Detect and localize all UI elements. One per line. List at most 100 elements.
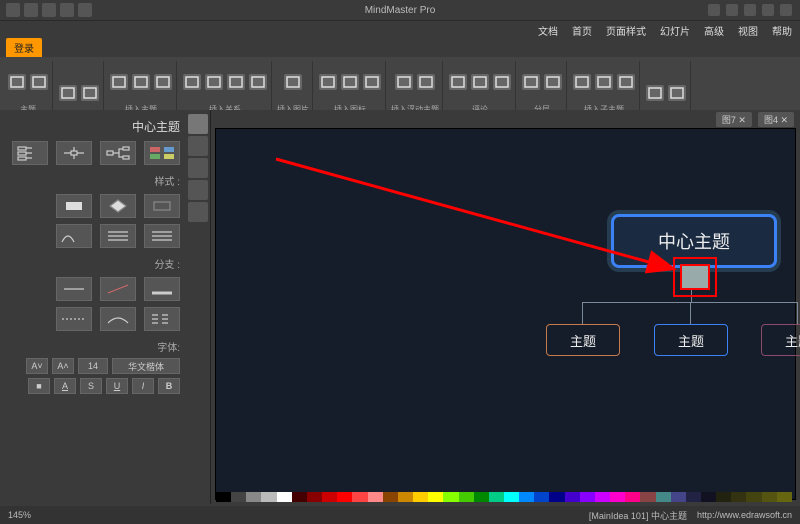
menu-item[interactable]: 帮助 [772, 23, 792, 38]
qat-item[interactable] [42, 3, 56, 17]
branch-thumb[interactable] [100, 307, 136, 331]
palette-swatch[interactable] [246, 492, 261, 502]
palette-swatch[interactable] [519, 492, 534, 502]
style-thumb[interactable] [144, 194, 180, 218]
style-thumb[interactable] [56, 224, 92, 248]
palette-swatch[interactable] [701, 492, 716, 502]
palette-swatch[interactable] [261, 492, 276, 502]
palette-swatch[interactable] [307, 492, 322, 502]
ribbon-button[interactable] [543, 74, 563, 102]
palette-swatch[interactable] [762, 492, 777, 502]
qat-item[interactable] [6, 3, 20, 17]
sub-node[interactable]: 主题 [546, 324, 620, 356]
side-tab-style-icon[interactable] [188, 114, 208, 134]
canvas[interactable]: 中心主题 主题 主题 主题 [215, 128, 796, 500]
ribbon-button[interactable] [109, 74, 129, 102]
side-tab-icon[interactable] [188, 202, 208, 222]
ribbon-button[interactable] [416, 74, 436, 102]
menu-item[interactable]: 视图 [738, 23, 758, 38]
palette-swatch[interactable] [277, 492, 292, 502]
ribbon-button[interactable] [80, 85, 100, 113]
palette-swatch[interactable] [216, 492, 231, 502]
status-zoom[interactable]: 145% [8, 510, 31, 520]
palette-swatch[interactable] [640, 492, 655, 502]
ribbon-button[interactable] [362, 74, 382, 102]
ribbon-button[interactable] [204, 74, 224, 102]
palette-swatch[interactable] [428, 492, 443, 502]
ribbon-button[interactable] [616, 74, 636, 102]
font-highlight-button[interactable]: A [54, 378, 76, 394]
ribbon-button[interactable] [340, 74, 360, 102]
font-name-field[interactable]: 华文楷体 [112, 358, 180, 374]
qat-item[interactable] [78, 3, 92, 17]
root-node[interactable]: 中心主题 [611, 214, 777, 268]
ribbon-button[interactable] [492, 74, 512, 102]
bold-button[interactable]: B [158, 378, 180, 394]
palette-swatch[interactable] [383, 492, 398, 502]
ribbon-button[interactable] [153, 74, 173, 102]
side-tab-icon[interactable] [188, 180, 208, 200]
branch-thumb[interactable] [144, 307, 180, 331]
palette-swatch[interactable] [595, 492, 610, 502]
palette-swatch[interactable] [443, 492, 458, 502]
palette-swatch[interactable] [413, 492, 428, 502]
palette-swatch[interactable] [368, 492, 383, 502]
side-tab-icon[interactable] [188, 158, 208, 178]
ribbon-button[interactable] [394, 74, 414, 102]
palette-swatch[interactable] [746, 492, 761, 502]
palette-swatch[interactable] [231, 492, 246, 502]
menu-item[interactable]: 幻灯片 [660, 23, 690, 38]
qat-item[interactable] [60, 3, 74, 17]
ribbon-button[interactable] [470, 74, 490, 102]
sys-button[interactable] [708, 4, 720, 16]
palette-swatch[interactable] [352, 492, 367, 502]
palette-swatch[interactable] [731, 492, 746, 502]
branch-thumb[interactable] [56, 307, 92, 331]
style-thumb[interactable] [100, 224, 136, 248]
palette-swatch[interactable] [580, 492, 595, 502]
palette-swatch[interactable] [337, 492, 352, 502]
side-tab-icon[interactable] [188, 136, 208, 156]
palette-swatch[interactable] [610, 492, 625, 502]
ribbon-button[interactable] [318, 74, 338, 102]
ribbon-button[interactable] [667, 85, 687, 113]
menu-item[interactable]: 首页 [572, 23, 592, 38]
ribbon-button[interactable] [521, 74, 541, 102]
branch-thumb[interactable] [56, 277, 92, 301]
palette-swatch[interactable] [322, 492, 337, 502]
palette-swatch[interactable] [534, 492, 549, 502]
ribbon-button[interactable] [131, 74, 151, 102]
ribbon-button[interactable] [572, 74, 592, 102]
minimize-button[interactable] [744, 4, 756, 16]
palette-swatch[interactable] [549, 492, 564, 502]
palette-swatch[interactable] [398, 492, 413, 502]
palette-swatch[interactable] [459, 492, 474, 502]
ribbon-button[interactable] [182, 74, 202, 102]
palette-swatch[interactable] [671, 492, 686, 502]
sys-button[interactable] [726, 4, 738, 16]
ribbon-button[interactable] [645, 85, 665, 113]
layout-thumb[interactable] [56, 141, 92, 165]
layout-thumb[interactable] [12, 141, 48, 165]
maximize-button[interactable] [762, 4, 774, 16]
branch-thumb[interactable] [100, 277, 136, 301]
italic-button[interactable]: I [132, 378, 154, 394]
sub-node[interactable]: 主题 [654, 324, 728, 356]
ribbon-button[interactable] [7, 74, 27, 102]
menu-item[interactable]: 高级 [704, 23, 724, 38]
ribbon-button[interactable] [226, 74, 246, 102]
style-thumb[interactable] [144, 224, 180, 248]
palette-swatch[interactable] [292, 492, 307, 502]
branch-thumb[interactable] [144, 277, 180, 301]
ribbon-button[interactable] [58, 85, 78, 113]
font-color-button[interactable]: ■ [28, 378, 50, 394]
palette-swatch[interactable] [474, 492, 489, 502]
palette-swatch[interactable] [716, 492, 731, 502]
menu-item[interactable]: 文档 [538, 23, 558, 38]
ribbon-button[interactable] [248, 74, 268, 102]
tab-login[interactable]: 登录 [6, 38, 42, 57]
layout-thumb[interactable] [144, 141, 180, 165]
ribbon-button[interactable] [29, 74, 49, 102]
palette-swatch[interactable] [777, 492, 792, 502]
strike-button[interactable]: S [80, 378, 102, 394]
